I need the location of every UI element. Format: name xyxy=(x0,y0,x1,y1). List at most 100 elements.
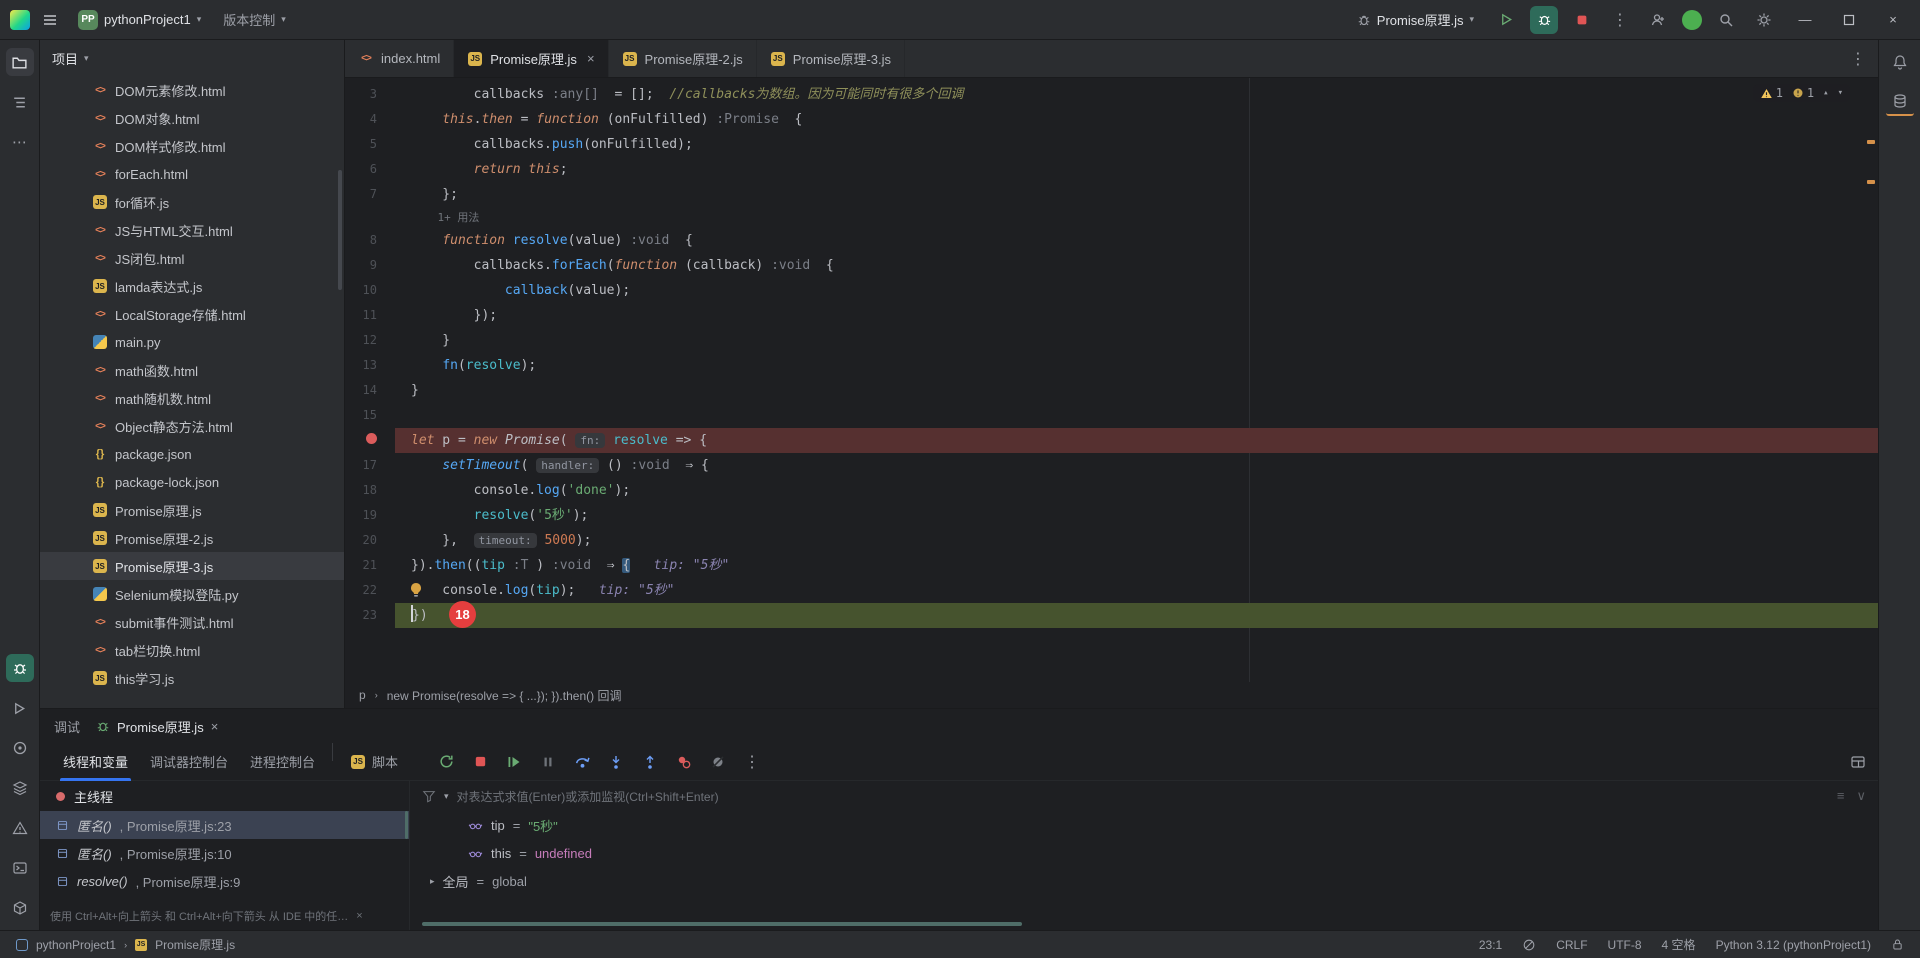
code-line-23[interactable]: 23}) 18 xyxy=(345,601,1878,628)
line-number[interactable]: 11 xyxy=(345,303,395,328)
code-line-17[interactable]: 17 setTimeout( handler: () :void ⇒ { xyxy=(345,453,1878,478)
step-into-icon[interactable] xyxy=(605,751,627,773)
code-with-me-icon[interactable] xyxy=(1644,6,1672,34)
project-selector[interactable]: PP pythonProject1 ▾ xyxy=(70,6,209,34)
prev-problem-icon[interactable]: ▴ xyxy=(1823,88,1828,98)
indent-style[interactable]: 4 空格 xyxy=(1662,936,1696,953)
line-number[interactable]: 4 xyxy=(345,107,395,132)
code-area[interactable]: 3 callbacks :any[] = []; //callbacks为数组。… xyxy=(345,78,1878,628)
debug-tool-icon[interactable] xyxy=(5,654,34,682)
project-folder-icon[interactable] xyxy=(5,48,34,76)
code-inlay-row[interactable]: 1+ 用法 xyxy=(345,207,1878,228)
line-number[interactable]: 15 xyxy=(345,403,395,428)
close-icon[interactable]: × xyxy=(587,51,595,66)
debug-view-tab[interactable]: 线程和变量 xyxy=(52,743,139,781)
user-avatar[interactable] xyxy=(1682,9,1702,30)
debug-view-tab[interactable]: 进程控制台 xyxy=(239,743,326,781)
line-number[interactable]: 8 xyxy=(345,228,395,253)
pause-icon[interactable] xyxy=(537,751,559,773)
run-config-selector[interactable]: Promise原理.js ▾ xyxy=(1349,6,1482,33)
tree-item[interactable]: <> DOM元素修改.html xyxy=(40,76,344,104)
interpreter[interactable]: Python 3.12 (pythonProject1) xyxy=(1716,938,1871,952)
code-line-8[interactable]: 8 function resolve(value) :void { xyxy=(345,228,1878,253)
notifications-icon[interactable] xyxy=(1886,48,1914,76)
tree-item[interactable]: JS Promise原理.js xyxy=(40,496,344,524)
tree-item[interactable]: main.py xyxy=(40,328,344,356)
breakpoint-icon[interactable] xyxy=(366,433,377,444)
code-line-4[interactable]: 4 this.then = function (onFulfilled) :Pr… xyxy=(345,107,1878,132)
filter-icon[interactable] xyxy=(422,789,436,803)
view-breakpoints-icon[interactable] xyxy=(673,751,695,773)
breadcrumb-item[interactable]: new Promise(resolve => { ...}); }).then(… xyxy=(387,687,622,704)
tree-item[interactable]: Selenium模拟登陆.py xyxy=(40,580,344,608)
read-only-lock-icon[interactable] xyxy=(1891,938,1904,951)
line-number[interactable]: 14 xyxy=(345,378,395,403)
vcs-widget[interactable]: 版本控制 ▾ xyxy=(215,6,294,33)
tree-item[interactable]: <> math函数.html xyxy=(40,356,344,384)
chevron-down-icon[interactable]: ▾ xyxy=(84,53,89,64)
variable-row[interactable]: this = undefined xyxy=(410,839,1878,867)
search-icon[interactable] xyxy=(1712,6,1740,34)
tree-item[interactable]: JS Promise原理-2.js xyxy=(40,524,344,552)
line-number[interactable]: 22 xyxy=(345,578,395,603)
editor-tab[interactable]: <> index.html xyxy=(345,40,455,77)
stack-frame-row[interactable]: resolve() , Promise原理.js:9 xyxy=(40,867,409,895)
intention-bulb-icon[interactable] xyxy=(409,582,423,598)
stack-frame-row[interactable]: 匿名() , Promise原理.js:23 xyxy=(40,811,409,839)
collapse-icon[interactable]: ∨ xyxy=(1856,788,1866,804)
tree-item[interactable]: <> Object静态方法.html xyxy=(40,412,344,440)
resume-icon[interactable] xyxy=(503,751,525,773)
evaluate-expression-row[interactable]: ▾ 对表达式求值(Enter)或添加监视(Ctrl+Shift+Enter) ≡… xyxy=(410,781,1878,811)
code-line-21[interactable]: 21}).then((tip :T ) :void ⇒ { tip: "5秒" xyxy=(345,553,1878,578)
tree-item[interactable]: {} package-lock.json xyxy=(40,468,344,496)
tree-item[interactable]: JS this学习.js xyxy=(40,664,344,692)
status-file[interactable]: Promise原理.js xyxy=(155,936,235,953)
main-menu-icon[interactable] xyxy=(36,6,64,34)
editor-tab[interactable]: JS Promise原理-3.js xyxy=(757,40,906,77)
tree-item[interactable]: <> math随机数.html xyxy=(40,384,344,412)
tree-item[interactable]: JS for循环.js xyxy=(40,188,344,216)
line-number[interactable]: 5 xyxy=(345,132,395,157)
tree-item[interactable]: <> LocalStorage存储.html xyxy=(40,300,344,328)
status-project[interactable]: pythonProject1 xyxy=(36,938,116,952)
line-number[interactable]: 13 xyxy=(345,353,395,378)
code-line-20[interactable]: 20 }, timeout: 5000); xyxy=(345,528,1878,553)
tree-item[interactable]: JS lamda表达式.js xyxy=(40,272,344,300)
mute-breakpoints-icon[interactable] xyxy=(707,751,729,773)
inspection-highlight-icon[interactable] xyxy=(1522,938,1536,952)
line-number[interactable]: 6 xyxy=(345,157,395,182)
breadcrumb-item[interactable]: p xyxy=(359,688,366,702)
inspections-widget[interactable]: 1 1 ▴ ▾ xyxy=(1752,84,1850,102)
terminal-icon[interactable] xyxy=(6,854,34,882)
line-number[interactable]: 10 xyxy=(345,278,395,303)
step-over-icon[interactable] xyxy=(571,751,593,773)
error-stripe[interactable] xyxy=(1864,78,1878,682)
run-button[interactable] xyxy=(1492,6,1520,34)
line-number[interactable]: 17 xyxy=(345,453,395,478)
warning-marker[interactable] xyxy=(1867,140,1875,144)
line-number[interactable]: 20 xyxy=(345,528,395,553)
tree-item[interactable]: <> tab栏切换.html xyxy=(40,636,344,664)
warning-marker[interactable] xyxy=(1867,180,1875,184)
line-ending[interactable]: CRLF xyxy=(1556,938,1587,952)
minimize-icon[interactable]: — xyxy=(1788,6,1822,34)
usage-inlay-hint[interactable]: 1+ 用法 xyxy=(411,211,479,224)
editor-tab[interactable]: JS Promise原理.js × xyxy=(454,40,609,77)
more-actions-icon[interactable]: ⋮ xyxy=(1606,6,1634,34)
variable-row[interactable]: ▸ 全局 = global xyxy=(410,867,1878,895)
problems-icon[interactable] xyxy=(6,814,34,842)
editor-tab[interactable]: JS Promise原理-2.js xyxy=(609,40,757,77)
line-number[interactable]: 3 xyxy=(345,82,395,107)
chevron-right-icon[interactable]: ▸ xyxy=(430,876,435,887)
line-number[interactable] xyxy=(345,428,395,453)
line-number[interactable]: 12 xyxy=(345,328,395,353)
tree-item[interactable]: <> JS闭包.html xyxy=(40,244,344,272)
code-line-6[interactable]: 6 return this; xyxy=(345,157,1878,182)
options-icon[interactable]: ≡ xyxy=(1837,788,1845,804)
python-packages-icon[interactable] xyxy=(6,894,34,922)
code-editor[interactable]: 3 callbacks :any[] = []; //callbacks为数组。… xyxy=(345,78,1878,682)
tree-item[interactable]: <> DOM对象.html xyxy=(40,104,344,132)
line-number[interactable]: 18 xyxy=(345,478,395,503)
settings-gear-icon[interactable] xyxy=(1750,6,1778,34)
debug-window-title[interactable]: 调试 xyxy=(54,717,80,736)
